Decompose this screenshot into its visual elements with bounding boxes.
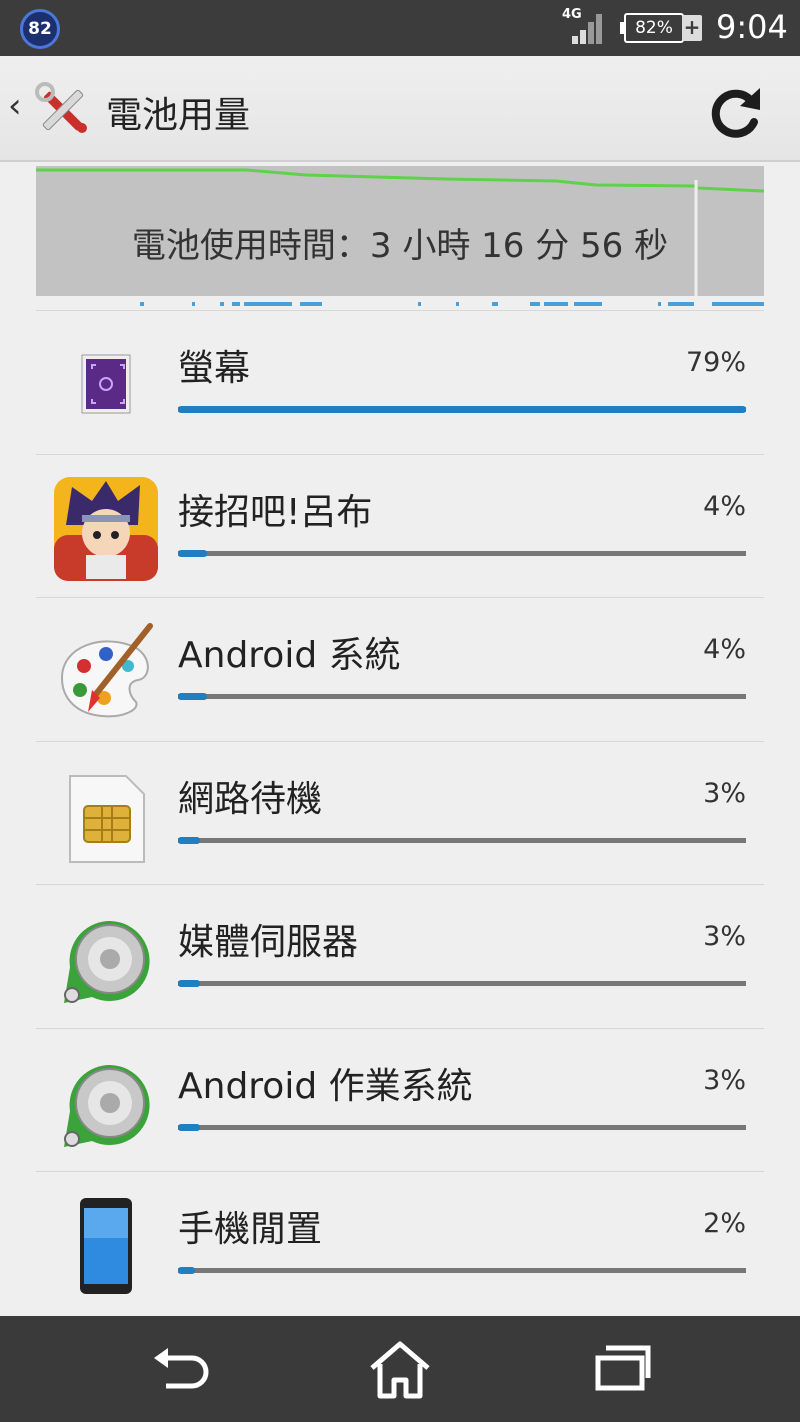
- item-label: 媒體伺服器: [178, 922, 359, 963]
- usage-bar-fill: [178, 1123, 200, 1131]
- item-percent: 4%: [703, 490, 746, 522]
- item-label: 螢幕: [178, 348, 251, 389]
- action-bar: ‹ 電池用量: [0, 56, 800, 162]
- item-label: 手機閒置: [178, 1209, 323, 1250]
- refresh-icon[interactable]: [706, 82, 766, 142]
- navigation-bar: [0, 1316, 800, 1422]
- usage-bar: [178, 980, 746, 987]
- list-item[interactable]: 網路待機 3%: [36, 740, 764, 885]
- usage-bar-fill: [178, 980, 200, 987]
- back-chevron-icon[interactable]: ‹: [8, 86, 22, 126]
- item-percent: 3%: [703, 1064, 746, 1096]
- item-label: 接招吧!呂布: [178, 491, 373, 533]
- palette-icon: [60, 623, 153, 718]
- charging-icon: +: [682, 15, 702, 41]
- battery-usage-time: 電池使用時間：3 小時 16 分 56 秒: [131, 226, 669, 266]
- page-title: 電池用量: [106, 95, 251, 136]
- list-item[interactable]: 手機閒置 2%: [36, 1171, 764, 1315]
- clock: 9:04: [716, 8, 788, 46]
- list-item[interactable]: 接招吧!呂布 4%: [36, 453, 764, 598]
- phone-icon: [80, 1198, 132, 1294]
- item-percent: 3%: [703, 777, 746, 809]
- screen-icon: [81, 354, 131, 414]
- status-bar: 82 4G 82% + 9:04: [0, 0, 800, 56]
- sim-card-icon: [69, 774, 145, 863]
- graph-signal-ticks: [36, 300, 764, 308]
- battery-history-graph[interactable]: 電池使用時間：3 小時 16 分 56 秒: [36, 166, 764, 310]
- item-label: Android 系統: [178, 635, 401, 676]
- list-item[interactable]: Android 作業系統 3%: [36, 1027, 764, 1172]
- battery-usage-list: 螢幕 79% 接招吧!呂布 4% Android 系統 4% 網路待機 3% 媒…: [36, 310, 764, 1315]
- item-label: 網路待機: [178, 778, 323, 820]
- signal-icon: [572, 14, 606, 44]
- settings-tools-icon[interactable]: [34, 82, 92, 138]
- usage-bar-fill: [178, 549, 207, 557]
- battery-icon: 82% +: [620, 13, 706, 43]
- item-label: Android 作業系統: [178, 1065, 473, 1107]
- recent-apps-icon[interactable]: [582, 1334, 662, 1404]
- list-item[interactable]: Android 系統 4%: [36, 597, 764, 741]
- usage-bar: [178, 549, 746, 557]
- usage-bar: [178, 693, 746, 700]
- list-item[interactable]: 媒體伺服器 3%: [36, 884, 764, 1028]
- usage-bar-fill: [178, 836, 200, 844]
- usage-bar-fill: [178, 1267, 196, 1274]
- usage-bar: [178, 1123, 746, 1131]
- usage-bar-fill: [178, 693, 207, 700]
- notification-badge[interactable]: 82: [20, 9, 60, 49]
- item-percent: 79%: [685, 347, 746, 378]
- media-server-icon: [64, 1064, 150, 1147]
- usage-bar: [178, 1267, 746, 1274]
- usage-bar: [178, 836, 746, 844]
- home-icon[interactable]: [360, 1334, 440, 1404]
- item-percent: 4%: [703, 634, 746, 665]
- battery-percent: 82%: [624, 13, 684, 43]
- media-server-icon: [64, 921, 150, 1003]
- item-percent: 3%: [703, 921, 746, 952]
- usage-bar: [178, 406, 746, 413]
- game-app-icon: [54, 476, 158, 581]
- list-item[interactable]: 螢幕 79%: [36, 310, 764, 454]
- item-percent: 2%: [703, 1208, 746, 1239]
- back-icon[interactable]: [140, 1334, 220, 1404]
- usage-bar-fill: [178, 406, 746, 413]
